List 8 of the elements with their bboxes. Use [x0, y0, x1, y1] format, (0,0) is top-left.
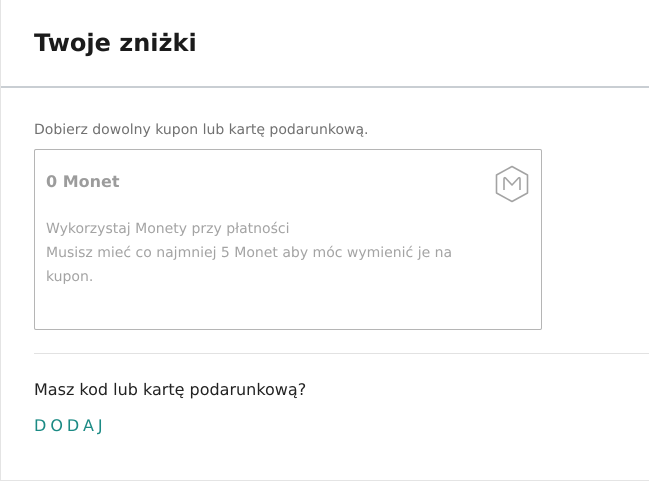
page-title: Twoje zniżki: [34, 29, 197, 57]
card-text: Wykorzystaj Monety przy płatności: [46, 220, 290, 239]
add-link[interactable]: DODAJ: [34, 416, 107, 435]
gift-code-question: Masz kod lub kartę podarunkową?: [34, 380, 308, 399]
card-text: Musisz mieć co najmniej 5 Monet aby móc wymienić je na kupon.: [46, 244, 454, 287]
coin-icon: [494, 165, 530, 203]
coins-balance: 0 Monet: [46, 172, 120, 191]
intro-text: Dobierz dowolny kupon lub kartę podarunkową.: [34, 122, 370, 138]
